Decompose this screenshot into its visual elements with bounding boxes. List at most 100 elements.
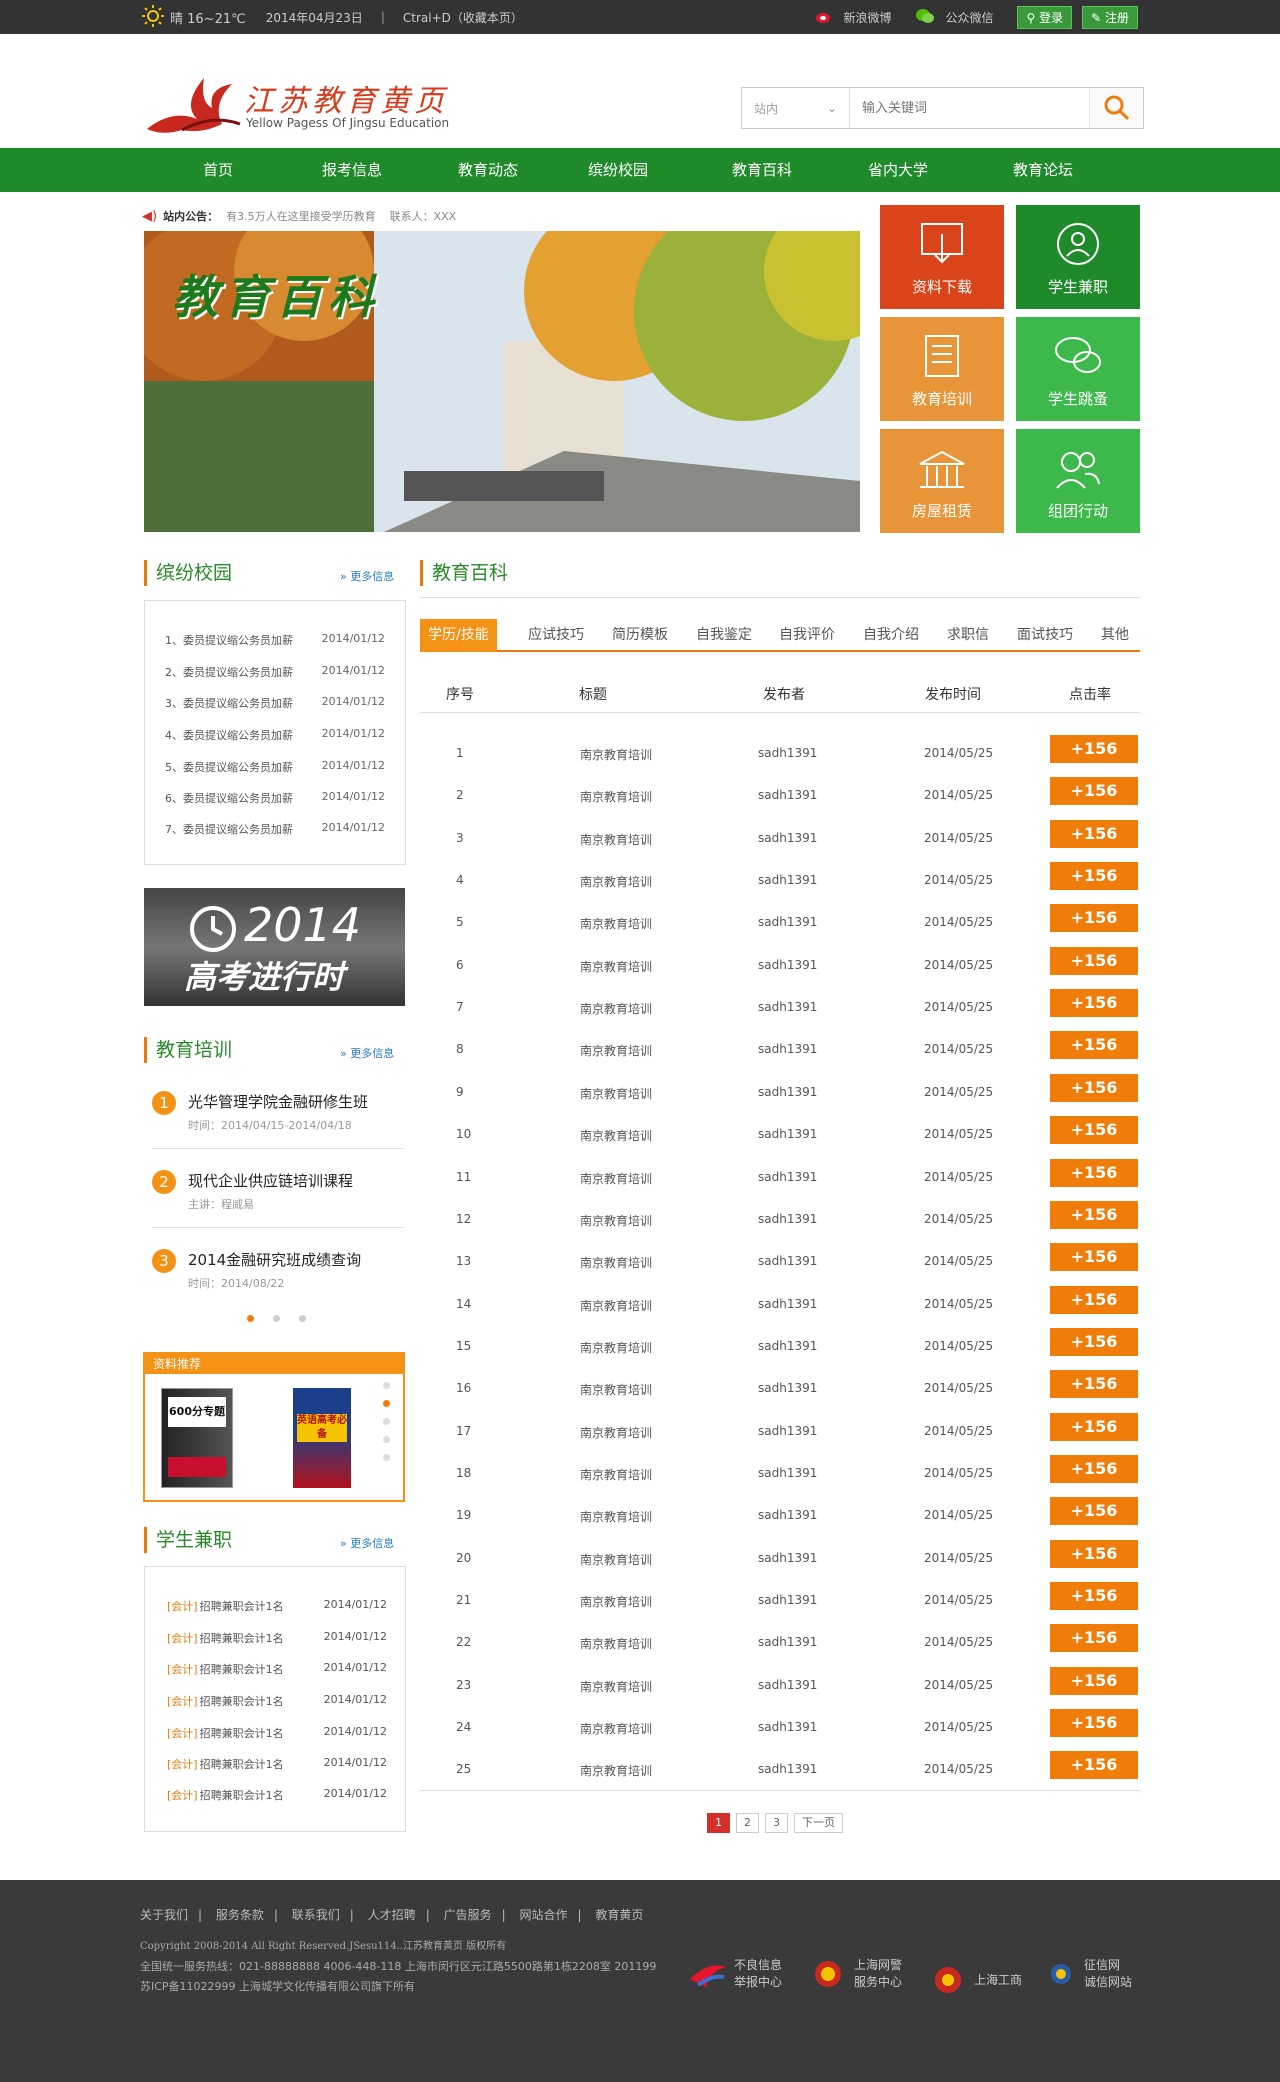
- row-title[interactable]: 南京教育培训: [580, 1678, 652, 1695]
- carousel-dot[interactable]: [383, 1418, 390, 1425]
- table-row[interactable]: 19 南京教育培训 sadh1391 2014/05/25 +156: [420, 1494, 1140, 1536]
- click-count-button[interactable]: +156: [1050, 1327, 1138, 1356]
- table-row[interactable]: 22 南京教育培训 sadh1391 2014/05/25 +156: [420, 1621, 1140, 1663]
- click-count-button[interactable]: +156: [1050, 1116, 1138, 1145]
- carousel-dot[interactable]: [383, 1382, 390, 1389]
- page-1-button[interactable]: 1: [707, 1813, 730, 1833]
- badge-business-bureau[interactable]: 上海工商: [928, 1964, 1022, 1996]
- list-item[interactable]: 4、委员提议缩公务员加薪 2014/01/12: [165, 727, 385, 743]
- row-title[interactable]: 南京教育培训: [580, 1466, 652, 1483]
- table-row[interactable]: 5 南京教育培训 sadh1391 2014/05/25 +156: [420, 901, 1140, 943]
- click-count-button[interactable]: +156: [1050, 1031, 1138, 1060]
- nav-forum[interactable]: 教育论坛: [1013, 148, 1073, 192]
- click-count-button[interactable]: +156: [1050, 1412, 1138, 1441]
- row-title[interactable]: 南京教育培训: [580, 1085, 652, 1102]
- list-item[interactable]: [会计] 招聘兼职会计1名 2014/01/12: [167, 1661, 387, 1677]
- row-title[interactable]: 南京教育培训: [580, 915, 652, 932]
- click-count-button[interactable]: +156: [1050, 904, 1138, 933]
- row-title[interactable]: 南京教育培训: [580, 1720, 652, 1737]
- list-item[interactable]: [会计] 招聘兼职会计1名 2014/01/12: [167, 1725, 387, 1741]
- row-title[interactable]: 南京教育培训: [580, 1042, 652, 1059]
- list-item[interactable]: 2、委员提议缩公务员加薪 2014/01/12: [165, 664, 385, 680]
- notice-text[interactable]: 有3.5万人在这里接受学历教育: [226, 208, 376, 224]
- list-item[interactable]: [会计] 招聘兼职会计1名 2014/01/12: [167, 1598, 387, 1614]
- table-row[interactable]: 15 南京教育培训 sadh1391 2014/05/25 +156: [420, 1325, 1140, 1367]
- row-title[interactable]: 南京教育培训: [580, 958, 652, 975]
- click-count-button[interactable]: +156: [1050, 1073, 1138, 1102]
- footer-link-about[interactable]: 关于我们: [140, 1908, 188, 1922]
- click-count-button[interactable]: +156: [1050, 1539, 1138, 1568]
- table-row[interactable]: 6 南京教育培训 sadh1391 2014/05/25 +156: [420, 944, 1140, 986]
- training-title[interactable]: 现代企业供应链培训课程: [188, 1170, 353, 1191]
- campus-more-link[interactable]: » 更多信息: [340, 568, 394, 584]
- tab-resume-templates[interactable]: 简历模板: [612, 624, 668, 644]
- weibo-icon[interactable]: [815, 8, 833, 27]
- table-row[interactable]: 21 南京教育培训 sadh1391 2014/05/25 +156: [420, 1579, 1140, 1621]
- table-row[interactable]: 10 南京教育培训 sadh1391 2014/05/25 +156: [420, 1113, 1140, 1155]
- carousel-dot-active[interactable]: [383, 1400, 390, 1407]
- nav-home[interactable]: 首页: [203, 148, 233, 192]
- table-row[interactable]: 9 南京教育培训 sadh1391 2014/05/25 +156: [420, 1071, 1140, 1113]
- tile-group-action[interactable]: 组团行动: [1016, 429, 1140, 533]
- row-title[interactable]: 南京教育培训: [580, 1551, 652, 1568]
- training-more-link[interactable]: » 更多信息: [340, 1045, 394, 1061]
- table-row[interactable]: 1 南京教育培训 sadh1391 2014/05/25 +156: [420, 732, 1140, 774]
- table-row[interactable]: 23 南京教育培训 sadh1391 2014/05/25 +156: [420, 1664, 1140, 1706]
- tab-self-appraisal[interactable]: 自我鉴定: [696, 624, 752, 644]
- list-item[interactable]: [会计] 招聘兼职会计1名 2014/01/12: [167, 1630, 387, 1646]
- training-item[interactable]: 1 光华管理学院金融研修生班 时间：2014/04/15-2014/04/18: [152, 1089, 404, 1149]
- row-title[interactable]: 南京教育培训: [580, 1339, 652, 1356]
- click-count-button[interactable]: +156: [1050, 1243, 1138, 1272]
- training-title[interactable]: 光华管理学院金融研修生班: [188, 1091, 368, 1112]
- tab-self-evaluation[interactable]: 自我评价: [779, 624, 835, 644]
- hero-banner[interactable]: 教育百科: [144, 231, 860, 532]
- row-title[interactable]: 南京教育培训: [580, 831, 652, 848]
- tab-cover-letter[interactable]: 求职信: [947, 624, 989, 644]
- table-row[interactable]: 18 南京教育培训 sadh1391 2014/05/25 +156: [420, 1452, 1140, 1494]
- book-cover-2[interactable]: 英语高考必备: [293, 1388, 351, 1488]
- tab-other[interactable]: 其他: [1101, 624, 1129, 644]
- nav-exam-info[interactable]: 报考信息: [322, 148, 382, 192]
- footer-link-yellowpages[interactable]: 教育黄页: [595, 1908, 643, 1922]
- footer-link-partners[interactable]: 网站合作: [519, 1908, 567, 1922]
- table-row[interactable]: 16 南京教育培训 sadh1391 2014/05/25 +156: [420, 1367, 1140, 1409]
- row-title[interactable]: 南京教育培训: [580, 1000, 652, 1017]
- row-title[interactable]: 南京教育培训: [580, 873, 652, 890]
- tile-flea-market[interactable]: 学生跳蚤: [1016, 317, 1140, 421]
- nav-edu-news[interactable]: 教育动态: [458, 148, 518, 192]
- table-row[interactable]: 14 南京教育培训 sadh1391 2014/05/25 +156: [420, 1283, 1140, 1325]
- footer-link-terms[interactable]: 服务条款: [216, 1908, 264, 1922]
- training-item[interactable]: 2 现代企业供应链培训课程 主讲：程威易: [152, 1168, 404, 1228]
- click-count-button[interactable]: +156: [1050, 1624, 1138, 1653]
- click-count-button[interactable]: +156: [1050, 862, 1138, 891]
- click-count-button[interactable]: +156: [1050, 735, 1138, 763]
- tab-exam-tips[interactable]: 应试技巧: [528, 624, 584, 644]
- table-row[interactable]: 2 南京教育培训 sadh1391 2014/05/25 +156: [420, 774, 1140, 816]
- tile-downloads[interactable]: 资料下载: [880, 205, 1004, 309]
- training-item[interactable]: 3 2014金融研究班成绩查询 时间：2014/08/22: [152, 1247, 404, 1297]
- row-title[interactable]: 南京教育培训: [580, 1170, 652, 1187]
- site-logo[interactable]: 江苏教育黄页 Yellow Pagess Of Jingsu Education: [142, 74, 472, 134]
- search-scope-select[interactable]: 站内 ⌄: [742, 88, 850, 128]
- table-row[interactable]: 8 南京教育培训 sadh1391 2014/05/25 +156: [420, 1028, 1140, 1070]
- carousel-dot-active[interactable]: [247, 1315, 254, 1322]
- nav-campus[interactable]: 缤纷校园: [588, 148, 648, 192]
- list-item[interactable]: [会计] 招聘兼职会计1名 2014/01/12: [167, 1693, 387, 1709]
- weibo-link[interactable]: 新浪微博: [843, 9, 891, 26]
- footer-link-ads[interactable]: 广告服务: [444, 1908, 492, 1922]
- row-title[interactable]: 南京教育培训: [580, 1254, 652, 1271]
- click-count-button[interactable]: +156: [1050, 1158, 1138, 1187]
- table-row[interactable]: 20 南京教育培训 sadh1391 2014/05/25 +156: [420, 1537, 1140, 1579]
- badge-report-center[interactable]: 不良信息 举报中心: [688, 1957, 782, 1991]
- tile-student-jobs[interactable]: 学生兼职: [1016, 205, 1140, 309]
- login-button[interactable]: ⚲ 登录: [1017, 5, 1073, 29]
- click-count-button[interactable]: +156: [1050, 1454, 1138, 1483]
- row-title[interactable]: 南京教育培训: [580, 1424, 652, 1441]
- list-item[interactable]: 3、委员提议缩公务员加薪 2014/01/12: [165, 695, 385, 711]
- click-count-button[interactable]: +156: [1050, 1285, 1138, 1314]
- tab-education-skills[interactable]: 学历/技能: [420, 619, 497, 652]
- list-item[interactable]: 5、委员提议缩公务员加薪 2014/01/12: [165, 759, 385, 775]
- wechat-icon[interactable]: [915, 8, 935, 27]
- wechat-link[interactable]: 公众微信: [945, 9, 993, 26]
- badge-credit-site[interactable]: 征信网 诚信网站: [1044, 1957, 1132, 1991]
